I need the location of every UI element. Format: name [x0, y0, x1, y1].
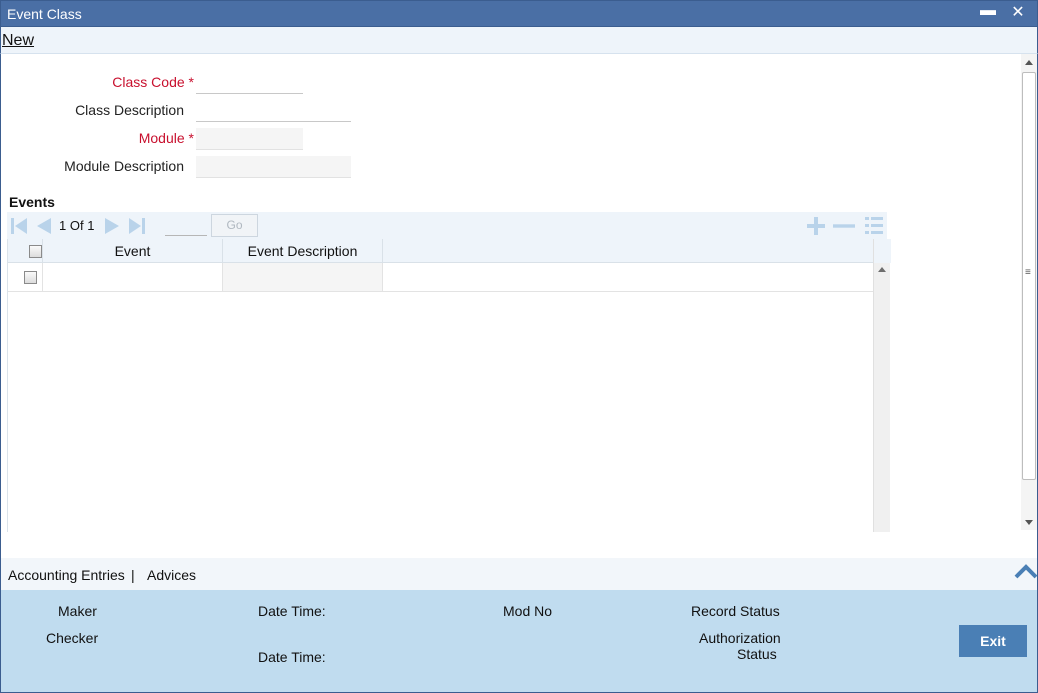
- total-pages: 1: [87, 218, 95, 233]
- maker-date-time-label: Date Time:: [258, 603, 326, 619]
- grid-scrollbar-header: [874, 239, 891, 263]
- next-page-icon[interactable]: [103, 216, 123, 236]
- go-button[interactable]: Go: [211, 214, 258, 237]
- audit-footer: Maker Checker Date Time: Date Time: Mod …: [0, 590, 1038, 693]
- authorization-status-label: Status: [737, 646, 777, 662]
- close-icon: ✕: [1011, 4, 1025, 21]
- checker-label: Checker: [46, 630, 99, 646]
- class-description-input[interactable]: [196, 100, 351, 122]
- chevron-up-icon[interactable]: [1014, 562, 1038, 580]
- module-description-input: [196, 156, 351, 178]
- accounting-entries-link[interactable]: Accounting Entries: [8, 567, 125, 583]
- row-checkbox[interactable]: [24, 271, 37, 284]
- of-label: Of: [69, 218, 84, 233]
- event-description-cell: [223, 263, 383, 291]
- page-number-input[interactable]: [165, 216, 207, 236]
- events-grid: Event Event Description: [7, 239, 891, 532]
- module-label: Module *: [9, 130, 194, 146]
- minimize-icon: ▬: [980, 2, 996, 19]
- new-link[interactable]: New: [2, 32, 34, 50]
- required-marker: *: [188, 130, 194, 146]
- scroll-up-icon[interactable]: [878, 267, 886, 272]
- page-scrollbar[interactable]: ≡: [1021, 54, 1037, 530]
- event-cell[interactable]: [43, 263, 223, 291]
- advices-link[interactable]: Advices: [147, 567, 196, 583]
- module-label-text: Module: [138, 130, 185, 146]
- single-view-icon[interactable]: [863, 215, 885, 237]
- link-separator: |: [131, 567, 135, 583]
- maker-label: Maker: [58, 603, 97, 619]
- class-code-label-text: Class Code: [112, 74, 185, 90]
- class-description-label: Class Description: [75, 102, 184, 118]
- last-page-icon[interactable]: [127, 216, 147, 236]
- scroll-down-icon[interactable]: [1025, 520, 1033, 525]
- table-row: [8, 263, 873, 292]
- record-status-label: Record Status: [691, 603, 780, 619]
- main-content: Class Code * Class Description Module * …: [0, 54, 1038, 558]
- scroll-up-icon[interactable]: [1025, 60, 1033, 65]
- checker-date-time-label: Date Time:: [258, 649, 326, 665]
- minimize-button[interactable]: ▬: [977, 2, 999, 24]
- grid-scrollbar[interactable]: [873, 239, 891, 532]
- delete-row-icon[interactable]: [833, 215, 855, 237]
- window-title: Event Class: [7, 6, 82, 22]
- mod-no-label: Mod No: [503, 603, 553, 619]
- grip-icon: ≡: [1025, 267, 1031, 278]
- select-all-checkbox[interactable]: [29, 245, 42, 258]
- close-button[interactable]: ✕: [1007, 2, 1029, 24]
- window-title-bar: Event Class ▬ ✕: [0, 0, 1038, 27]
- class-code-input[interactable]: [196, 72, 303, 94]
- module-input[interactable]: [196, 128, 303, 150]
- column-header-event[interactable]: Event: [43, 239, 223, 263]
- add-row-icon[interactable]: [805, 215, 827, 237]
- exit-button[interactable]: Exit: [959, 625, 1027, 657]
- menu-bar: New: [0, 27, 1038, 54]
- column-header-event-description[interactable]: Event Description: [223, 239, 383, 263]
- page-indicator: 1 Of 1: [59, 218, 94, 233]
- select-all-cell: [8, 239, 43, 263]
- events-section-title: Events: [9, 194, 55, 210]
- first-page-icon[interactable]: [9, 216, 29, 236]
- prev-page-icon[interactable]: [33, 216, 53, 236]
- grid-header-row: Event Event Description: [8, 239, 873, 263]
- row-select-cell: [8, 263, 43, 291]
- events-grid-toolbar: 1 Of 1 Go: [7, 212, 887, 239]
- class-code-label: Class Code *: [9, 74, 194, 90]
- current-page: 1: [59, 218, 67, 233]
- module-description-label: Module Description: [64, 158, 184, 174]
- authorization-label: Authorization: [699, 630, 781, 646]
- required-marker: *: [188, 74, 194, 90]
- sub-screen-link-bar: Accounting Entries | Advices: [0, 558, 1038, 590]
